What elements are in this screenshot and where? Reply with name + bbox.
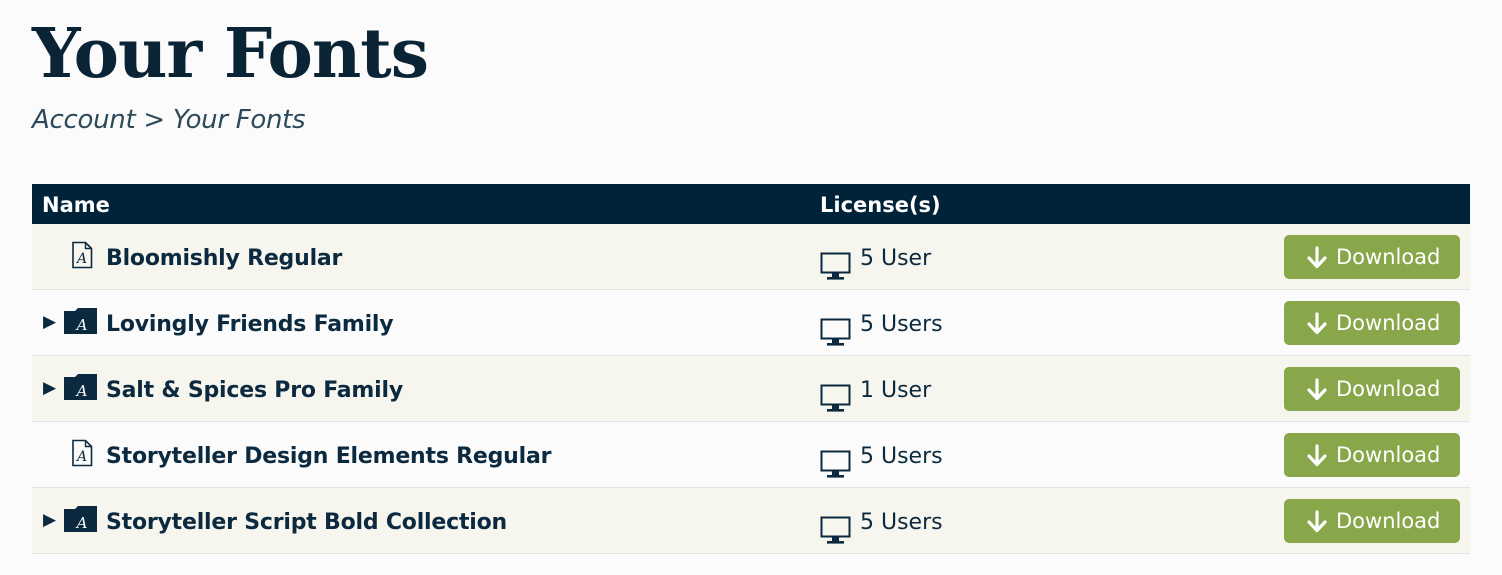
breadcrumb-separator: > <box>143 105 165 135</box>
table-body: A Bloomishly Regular 5 User Download ▶ A Lovin… <box>32 224 1470 554</box>
download-arrow-icon <box>1306 312 1328 336</box>
column-header-license: License(s) <box>820 193 941 217</box>
expand-triangle-icon[interactable]: ▶ <box>43 378 56 398</box>
download-arrow-icon <box>1306 378 1328 402</box>
table-row: A Bloomishly Regular 5 User Download <box>32 224 1470 290</box>
license-text: 5 User <box>860 246 932 271</box>
download-button-label: Download <box>1336 509 1441 533</box>
download-button[interactable]: Download <box>1284 301 1460 345</box>
breadcrumb-account-link[interactable]: Account <box>32 105 136 135</box>
font-name: Storyteller Design Elements Regular <box>106 444 552 469</box>
monitor-icon <box>820 439 851 478</box>
download-button[interactable]: Download <box>1284 235 1460 279</box>
fonts-table: Name License(s) A Bloomishly Regular 5 Use… <box>32 184 1470 554</box>
download-button[interactable]: Download <box>1284 367 1460 411</box>
license-text: 5 Users <box>860 444 943 469</box>
svg-text:A: A <box>75 449 87 465</box>
download-arrow-icon <box>1306 444 1328 468</box>
svg-text:A: A <box>75 316 88 334</box>
table-header: Name License(s) <box>32 184 1470 224</box>
column-header-name: Name <box>42 193 110 217</box>
expand-triangle-icon[interactable]: ▶ <box>43 312 56 332</box>
download-button-label: Download <box>1336 377 1441 401</box>
svg-text:A: A <box>75 251 87 267</box>
font-folder-icon: A <box>63 307 99 335</box>
breadcrumb-current: Your Fonts <box>172 105 306 135</box>
font-file-icon: A <box>69 241 95 269</box>
svg-text:A: A <box>75 382 88 400</box>
monitor-icon <box>820 505 851 544</box>
table-row: ▶ A Salt & Spices Pro Family 1 User Download <box>32 356 1470 422</box>
table-row: ▶ A Storyteller Script Bold Collection 5 Us… <box>32 488 1470 554</box>
license-text: 5 Users <box>860 510 943 535</box>
font-name: Bloomishly Regular <box>106 246 343 271</box>
table-row: A Storyteller Design Elements Regular 5 Us… <box>32 422 1470 488</box>
download-button-label: Download <box>1336 245 1441 269</box>
svg-text:A: A <box>75 514 88 532</box>
font-name[interactable]: Salt & Spices Pro Family <box>106 356 403 426</box>
monitor-icon <box>820 307 851 346</box>
download-button-label: Download <box>1336 311 1441 335</box>
download-arrow-icon <box>1306 246 1328 270</box>
font-folder-icon: A <box>63 373 99 401</box>
font-name[interactable]: Storyteller Script Bold Collection <box>106 488 507 558</box>
font-name[interactable]: Lovingly Friends Family <box>106 290 394 360</box>
license-text: 5 Users <box>860 312 943 337</box>
breadcrumb: Account > Your Fonts <box>32 100 306 140</box>
monitor-icon <box>820 373 851 412</box>
license-text: 1 User <box>860 378 932 403</box>
expand-triangle-icon[interactable]: ▶ <box>43 510 56 530</box>
download-button[interactable]: Download <box>1284 433 1460 477</box>
font-folder-icon: A <box>63 505 99 533</box>
download-arrow-icon <box>1306 510 1328 534</box>
font-file-icon: A <box>69 439 95 467</box>
download-button[interactable]: Download <box>1284 499 1460 543</box>
table-row: ▶ A Lovingly Friends Family 5 Users Download <box>32 290 1470 356</box>
download-button-label: Download <box>1336 443 1441 467</box>
monitor-icon <box>820 241 851 280</box>
page-title: Your Fonts <box>32 14 429 94</box>
